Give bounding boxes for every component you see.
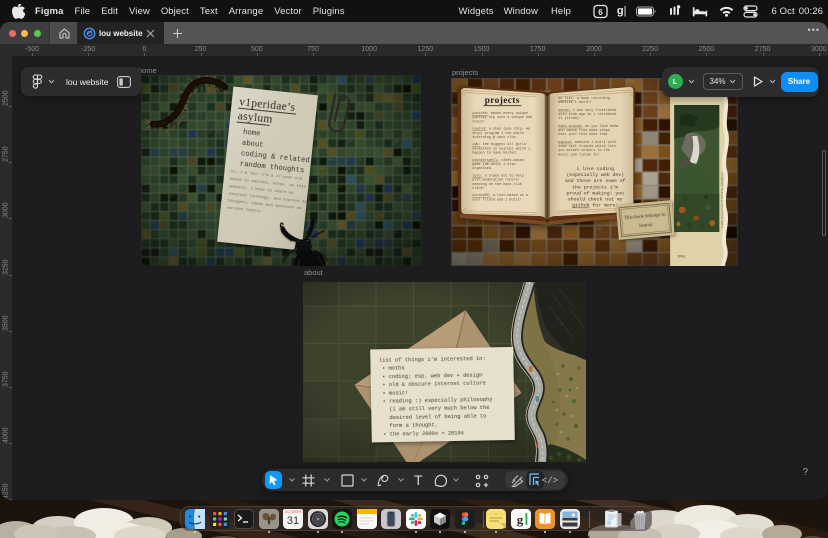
svg-text:near you? this does that: near you? this does that <box>558 132 608 137</box>
svg-text:LAKE NAIVASHA NATURAL RESERVE: LAKE NAIVASHA NATURAL RESERVE <box>721 172 724 228</box>
svg-text:cool friend and i built!: cool friend and i built! <box>472 197 522 202</box>
svg-text:organised.: organised. <box>472 166 493 171</box>
svg-text:6: 6 <box>598 7 603 16</box>
svg-text:OCTOBER: OCTOBER <box>285 510 302 514</box>
svg-text:louisa: louisa <box>639 222 653 229</box>
svg-text:• music!: • music! <box>382 390 408 396</box>
svg-text:g: g <box>516 512 523 527</box>
svg-text:slack!: slack! <box>472 186 484 191</box>
svg-text:(especially web dev): (especially web dev) <box>566 172 624 178</box>
svg-text:and these are some of: and these are some of <box>565 178 626 184</box>
svg-text:i love coding: i love coding <box>577 166 615 172</box>
svg-text:the projects i’m: the projects i’m <box>572 184 618 190</box>
svg-text:github for more!: github for more! <box>572 203 618 209</box>
svg-text:track!: track! <box>472 119 484 124</box>
svg-text:31: 31 <box>287 515 299 527</box>
svg-text:should check out my: should check out my <box>568 197 623 203</box>
svg-text:proud of making! you: proud of making! you <box>566 190 624 196</box>
svg-text:Toul: Toul <box>677 254 685 259</box>
svg-text:projects: projects <box>485 96 520 106</box>
svg-text:website i built!: website i built! <box>558 100 591 105</box>
svg-text:happen to have hosted.: happen to have hosted. <box>472 151 517 156</box>
svg-text:it (kinda).: it (kinda). <box>558 116 581 121</box>
svg-text:interning @ hack club.: interning @ hack club. <box>472 135 517 140</box>
svg-text:form a thought.: form a thought. <box>383 422 438 429</box>
svg-text:music you listen to!: music you listen to! <box>558 152 599 157</box>
svg-text:• moths: • moths <box>382 366 405 372</box>
